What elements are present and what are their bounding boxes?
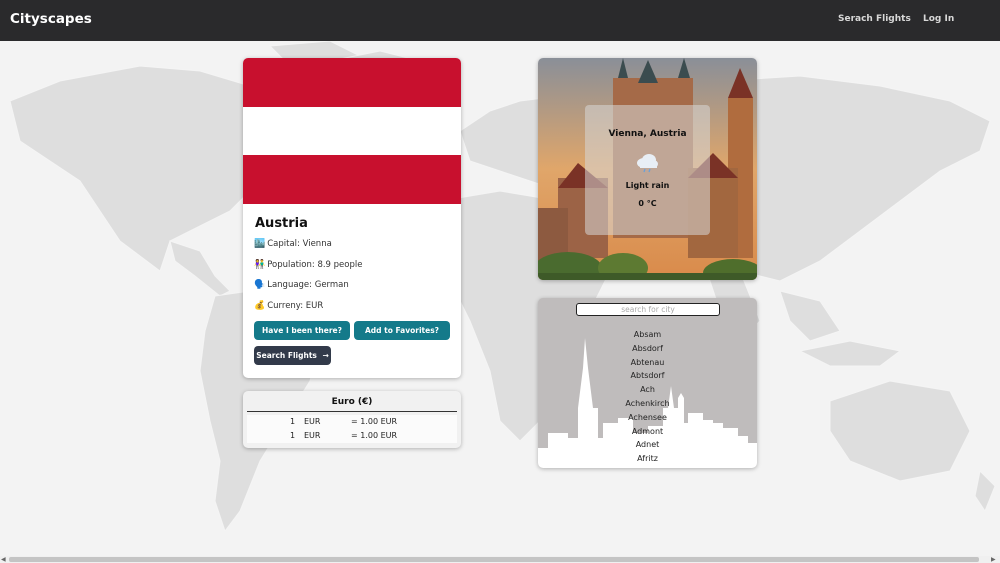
currency-code: EUR xyxy=(304,431,321,440)
scrollbar-thumb[interactable] xyxy=(9,557,979,562)
people-icon: 👫 xyxy=(254,260,266,270)
horizontal-scrollbar[interactable]: ◀ ▶ xyxy=(0,556,1000,563)
language-label: Language: German xyxy=(267,280,349,290)
country-name: Austria xyxy=(255,216,308,231)
flag-stripe-middle xyxy=(243,106,461,156)
currency-title: Euro (€) xyxy=(331,397,373,407)
weather-overlay: Vienna, Austria Light rain 0 °C xyxy=(585,105,710,235)
speaking-head-icon: 🗣️ xyxy=(254,280,266,290)
city-search-input[interactable] xyxy=(576,303,720,316)
city-icon: 🏙️ xyxy=(254,239,266,249)
list-item[interactable]: Absam xyxy=(538,328,757,342)
list-item[interactable]: Absdorf xyxy=(538,342,757,356)
list-item[interactable]: Ach xyxy=(538,383,757,397)
weather-description: Light rain xyxy=(625,181,670,190)
brand-logo[interactable]: Cityscapes xyxy=(10,11,92,27)
capital-row: 🏙️ Capital: Vienna xyxy=(254,239,332,249)
flag-stripe-top xyxy=(243,58,461,107)
list-item[interactable]: Achensee xyxy=(538,411,757,425)
currency-row: 💰 Curreny: EUR xyxy=(254,301,323,311)
currency-result: = 1.00 EUR xyxy=(351,431,398,440)
currency-result: = 1.00 EUR xyxy=(351,417,398,426)
world-map-background xyxy=(9,41,996,533)
weather-city: Vienna, Austria xyxy=(608,129,687,139)
scroll-right-icon[interactable]: ▶ xyxy=(991,556,996,563)
search-flights-button[interactable]: Search Flights → xyxy=(254,346,331,365)
top-navbar: Cityscapes Serach Flights Log In xyxy=(0,0,1000,41)
currency-label: Curreny: EUR xyxy=(267,301,324,311)
currency-divider xyxy=(247,411,457,412)
currency-table: 1 EUR = 1.00 EUR 1 EUR = 1.00 EUR xyxy=(247,415,457,443)
capital-label: Capital: Vienna xyxy=(267,239,332,249)
money-bag-icon: 💰 xyxy=(254,301,266,311)
flag-stripe-bottom xyxy=(243,155,461,204)
scroll-left-icon[interactable]: ◀ xyxy=(1,556,6,563)
list-item[interactable]: Afritz xyxy=(538,452,757,466)
search-flights-label: Search Flights xyxy=(256,351,317,360)
list-item[interactable]: Abtsdorf xyxy=(538,369,757,383)
currency-row: 1 EUR = 1.00 EUR xyxy=(247,415,457,429)
currency-code: EUR xyxy=(304,417,321,426)
country-card: Austria 🏙️ Capital: Vienna 👫 Population: 8… xyxy=(243,58,461,378)
city-list: Absam Absdorf Abtenau Abtsdorf Ach Achen… xyxy=(538,328,757,466)
city-search-card: Absam Absdorf Abtenau Abtsdorf Ach Achen… xyxy=(538,298,757,468)
list-item[interactable]: Abtenau xyxy=(538,356,757,370)
currency-card: Euro (€) 1 EUR = 1.00 EUR 1 EUR = 1.00 E… xyxy=(243,391,461,448)
list-item[interactable]: Admont xyxy=(538,425,757,439)
weather-card: Vienna, Austria Light rain 0 °C xyxy=(538,58,757,280)
list-item[interactable]: Adnet xyxy=(538,438,757,452)
currency-amount: 1 xyxy=(290,417,296,426)
list-item[interactable]: Achenkirch xyxy=(538,397,757,411)
population-row: 👫 Population: 8.9 people xyxy=(254,260,362,270)
been-there-button[interactable]: Have I been there? xyxy=(254,321,350,340)
austria-flag xyxy=(243,58,461,204)
nav-login-link[interactable]: Log In xyxy=(923,14,954,24)
population-label: Population: 8.9 people xyxy=(267,260,363,270)
arrow-right-icon: → xyxy=(322,351,329,360)
currency-amount: 1 xyxy=(290,431,296,440)
weather-temperature: 0 °C xyxy=(638,199,657,208)
language-row: 🗣️ Language: German xyxy=(254,280,349,290)
add-to-favorites-button[interactable]: Add to Favorites? xyxy=(354,321,450,340)
cloud-rain-icon xyxy=(637,154,658,173)
currency-row: 1 EUR = 1.00 EUR xyxy=(247,429,457,443)
nav-search-flights-link[interactable]: Serach Flights xyxy=(838,14,911,24)
